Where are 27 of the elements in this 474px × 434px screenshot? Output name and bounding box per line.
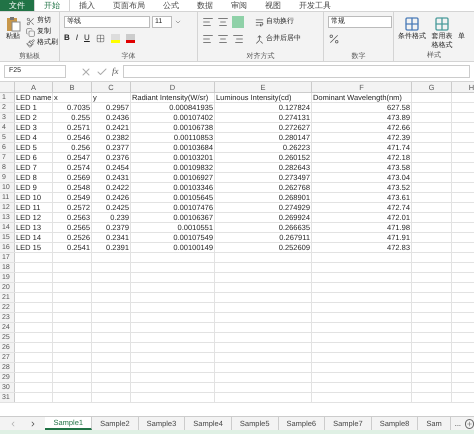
align-center-icon[interactable] xyxy=(217,33,229,45)
fill-color-icon[interactable] xyxy=(110,34,120,42)
table-icon xyxy=(434,16,450,32)
clipboard-icon xyxy=(5,16,21,32)
add-sheet-icon[interactable] xyxy=(465,418,474,428)
italic-button[interactable]: I xyxy=(76,32,78,44)
align-left-icon[interactable] xyxy=(202,33,214,45)
align-right-icon[interactable] xyxy=(232,33,244,45)
formula-field[interactable] xyxy=(122,65,470,78)
cancel-icon[interactable] xyxy=(80,66,92,78)
table-icon xyxy=(404,16,420,32)
font-color-icon[interactable] xyxy=(126,34,135,42)
scissors-icon xyxy=(26,16,35,26)
copy-icon xyxy=(26,28,35,36)
ribbon-tab[interactable]: 文件 xyxy=(0,0,34,11)
ribbon-tab[interactable]: 开始 xyxy=(34,0,70,11)
merge-icon xyxy=(255,34,264,44)
align-top-icon[interactable] xyxy=(202,16,214,28)
wrap-icon xyxy=(255,18,264,26)
percent-icon[interactable] xyxy=(328,33,340,45)
function-icon[interactable]: fx xyxy=(112,64,118,78)
brush-icon xyxy=(26,38,35,48)
border-icon[interactable] xyxy=(96,34,105,42)
underline-button[interactable]: U xyxy=(84,32,90,44)
align-middle-icon[interactable] xyxy=(217,16,229,28)
enter-icon[interactable] xyxy=(96,66,108,78)
bold-button[interactable]: B xyxy=(64,32,70,44)
